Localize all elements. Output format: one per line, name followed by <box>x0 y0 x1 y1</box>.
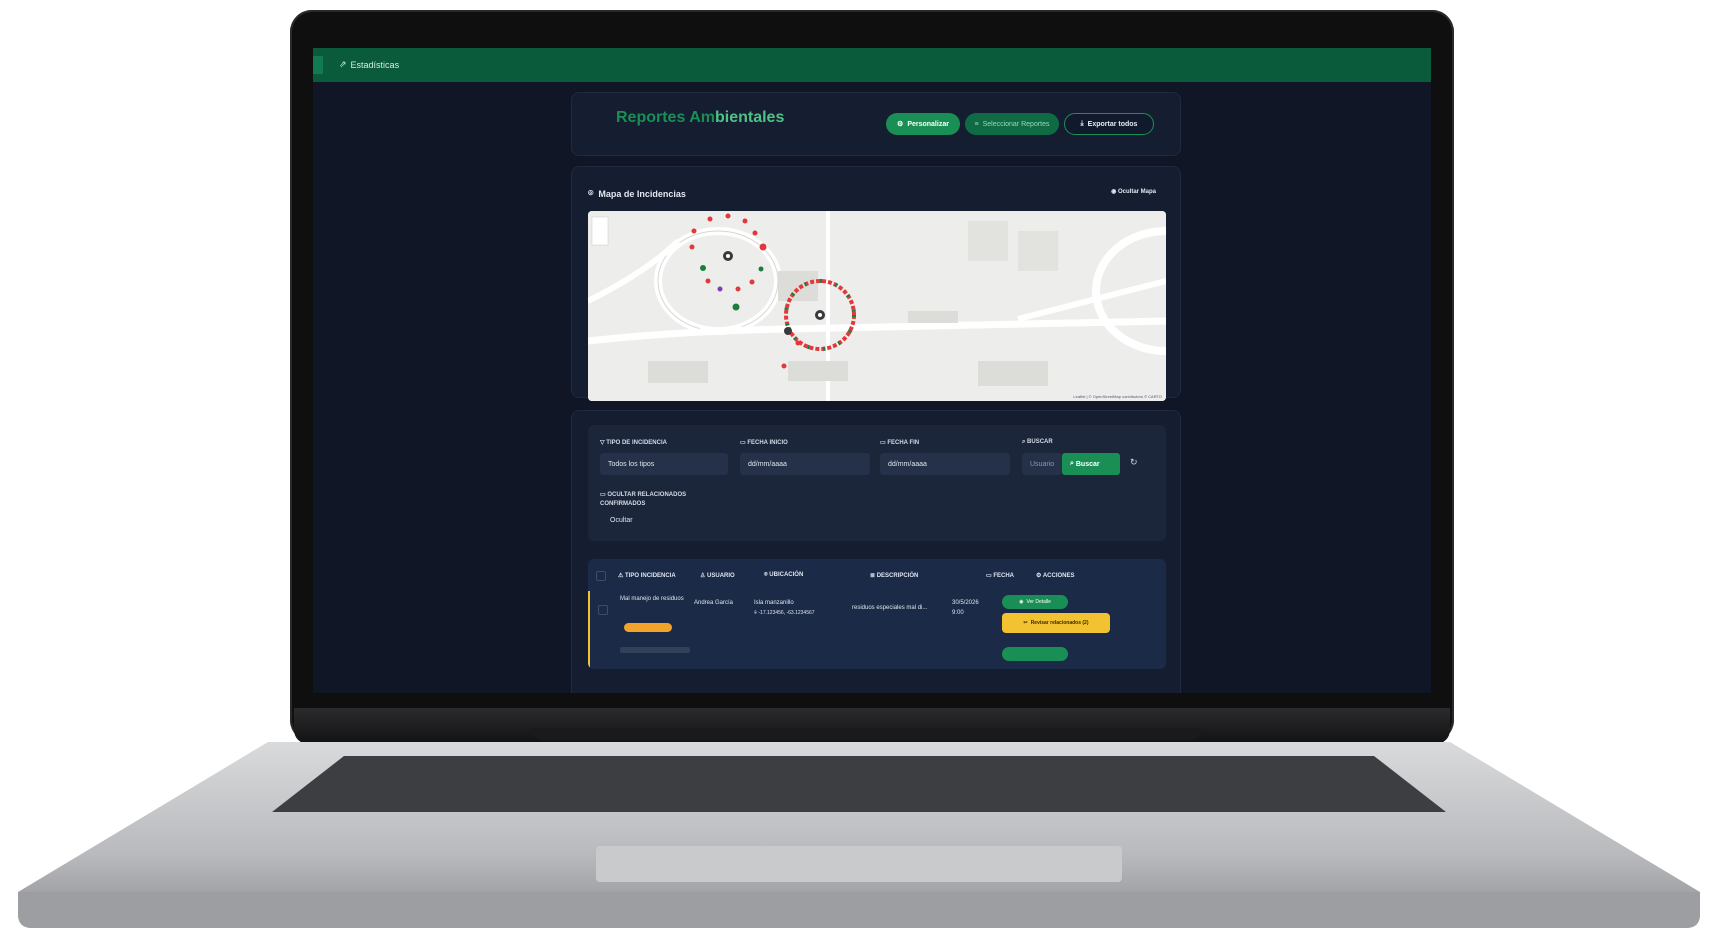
nav-item-stats[interactable]: ⇗ Estadísticas <box>339 59 399 70</box>
settings-icon: ⚙ <box>897 121 904 128</box>
status-badge <box>624 623 672 632</box>
search-input[interactable]: Usuario <box>1022 453 1062 475</box>
map-card: ⌾ Mapa de Incidencias ◉ Ocultar Mapa Lea… <box>571 166 1181 401</box>
row-type: Mal manejo de residuos <box>620 596 684 602</box>
select-reports-button[interactable]: ≡ Seleccionar Reportes <box>965 113 1059 135</box>
personalize-button-label: Personalizar <box>907 120 949 128</box>
export-all-button-label: Exportar todos <box>1087 120 1138 128</box>
review-related-label: Revisar relacionados (2) <box>1030 620 1089 626</box>
page-title: Reportes Ambientales <box>616 109 784 127</box>
map-header: ⌾ Mapa de Incidencias <box>588 188 686 199</box>
view-detail-label: Ver Detalle <box>1026 599 1051 605</box>
link-icon: ✂ <box>1023 620 1028 626</box>
hide-map-button[interactable]: ◉ Ocultar Mapa <box>1111 188 1156 195</box>
header-card: Reportes Ambientales ⚙ Personalizar ≡ Se… <box>571 92 1181 156</box>
row-time: 9:00 <box>952 610 964 616</box>
col-actions[interactable]: ⚙ ACCIONES <box>1036 572 1075 579</box>
next-row-type <box>620 647 690 653</box>
top-nav-bar: ⇗ Estadísticas <box>313 48 1431 82</box>
map-title: Mapa de Incidencias <box>598 188 686 199</box>
select-all-checkbox[interactable] <box>596 571 606 581</box>
chart-icon: ⇗ <box>339 59 347 69</box>
page-title-part1: Reportes Am <box>616 109 715 126</box>
view-detail-button[interactable]: ◉ Ver Detalle <box>1002 595 1068 609</box>
row-coords: ⌾ -17.123456, -63.1234567 <box>754 610 815 616</box>
hide-related-select[interactable]: Ocultar <box>610 517 633 524</box>
col-type[interactable]: ⚠ TIPO INCIDENCIA <box>618 572 676 579</box>
personalize-button[interactable]: ⚙ Personalizar <box>886 113 960 135</box>
hide-related-label: ▭ OCULTAR RELACIONADOS CONFIRMADOS <box>600 492 687 507</box>
page-title-part2: bientales <box>714 109 785 126</box>
checklist-icon: ≡ <box>974 120 979 128</box>
search-label: ⌕ BUSCAR <box>1022 439 1053 445</box>
map-attribution[interactable]: Leaflet | © OpenStreetMap contributors ©… <box>1073 394 1162 399</box>
map-canvas[interactable] <box>588 211 1166 401</box>
reports-table: ⚠ TIPO INCIDENCIA ♙ USUARIO ⌾ UBICACIÓN … <box>588 559 1166 669</box>
hide-map-label: Ocultar Mapa <box>1117 189 1156 195</box>
start-date-input[interactable]: dd/mm/aaaa <box>740 453 870 475</box>
review-related-button[interactable]: ✂ Revisar relacionados (2) <box>1002 613 1110 633</box>
download-icon: ⤓ <box>1080 120 1084 127</box>
filter-panel: ▽ TIPO DE INCIDENCIA Todos los tipos ▭ F… <box>588 425 1166 541</box>
export-all-button[interactable]: ⤓ Exportar todos <box>1064 113 1154 135</box>
select-reports-button-label: Seleccionar Reportes <box>982 120 1050 128</box>
row-description: residuos especiales mal di... <box>852 605 928 611</box>
next-row-action-button[interactable] <box>1002 647 1068 661</box>
end-date-input[interactable]: dd/mm/aaaa <box>880 453 1010 475</box>
table-row[interactable]: Mal manejo de residuos Andrea García Isl… <box>588 591 1166 669</box>
laptop-keyboard-base <box>18 742 1700 928</box>
nav-item-stats-label: Estadísticas <box>350 59 400 70</box>
row-checkbox[interactable] <box>598 605 608 615</box>
search-button[interactable]: ⌕ Buscar <box>1062 453 1120 475</box>
type-filter-label: ▽ TIPO DE INCIDENCIA <box>600 440 667 446</box>
col-date[interactable]: ▭ FECHA <box>986 572 1014 579</box>
reset-icon[interactable]: ↻ <box>1130 457 1138 468</box>
sidebar-toggle[interactable] <box>313 56 323 74</box>
map-pin-icon: ⌾ <box>588 188 594 198</box>
col-location[interactable]: ⌾ UBICACIÓN <box>764 572 803 579</box>
col-user[interactable]: ♙ USUARIO <box>700 572 735 579</box>
incident-map[interactable]: Leaflet | © OpenStreetMap contributors ©… <box>588 211 1166 401</box>
app-screen: ⇗ Estadísticas Reportes Ambientales ⚙ Pe… <box>313 48 1431 693</box>
reports-card: ▽ TIPO DE INCIDENCIA Todos los tipos ▭ F… <box>571 410 1181 693</box>
row-user: Andrea García <box>694 600 734 606</box>
search-button-label: Buscar <box>1075 460 1100 468</box>
end-date-label: ▭ FECHA FIN <box>880 440 920 446</box>
eye-off-icon: ◉ <box>1111 189 1117 195</box>
start-date-label: ▭ FECHA INICIO <box>740 440 788 446</box>
eye-icon: ◉ <box>1019 599 1024 605</box>
laptop-hinge-notch <box>532 728 1202 740</box>
type-select[interactable]: Todos los tipos <box>600 453 728 475</box>
col-description[interactable]: ≣ DESCRIPCIÓN <box>870 572 918 579</box>
